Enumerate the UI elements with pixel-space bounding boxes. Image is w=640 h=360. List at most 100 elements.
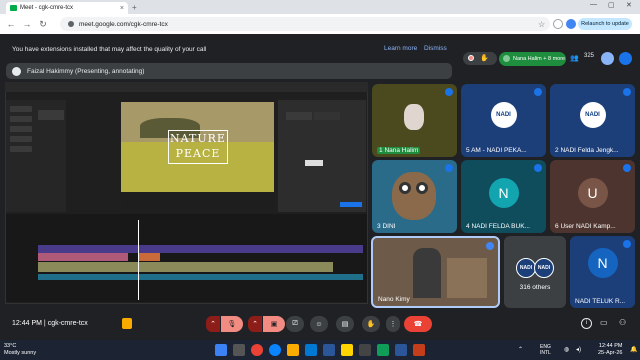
chat-icon[interactable]: ▭ — [600, 318, 611, 329]
tile-label: 4 NADI FELDA BUK... — [466, 223, 530, 230]
participants-chip[interactable]: Nana Halim + 8 more — [499, 52, 566, 66]
nadi-logo: NADI — [579, 101, 606, 128]
weather-widget[interactable]: 33°C Mostly sunny — [4, 343, 36, 357]
owl-eye — [416, 182, 428, 194]
captions-icon: ▤ — [341, 321, 349, 328]
overlay-line-1: NATURE — [170, 132, 226, 145]
tile-label: 6 User NADI Kamp... — [555, 223, 616, 230]
tile-others[interactable]: NADI NADI 316 others — [504, 236, 566, 308]
info-icon[interactable]: i — [581, 318, 592, 329]
forward-icon[interactable]: → — [22, 19, 32, 29]
tile-am-nadi-peka[interactable]: NADI 5 AM - NADI PEKA... — [461, 84, 546, 157]
mic-off-icon — [623, 88, 631, 96]
player-controls — [121, 193, 274, 209]
presenter-bar: Faizal Hakimmy (Presenting, annotating) — [6, 63, 452, 79]
timeline-audio — [38, 274, 363, 280]
tile-nadi-felda-jengk[interactable]: NADI 2 NADI Felda Jengk... — [550, 84, 635, 157]
search-icon[interactable] — [233, 344, 245, 356]
reload-icon[interactable]: ↻ — [38, 19, 48, 30]
address-bar[interactable]: meet.google.com/cgk-cmre-tcx — [60, 17, 550, 31]
tile-name: NADI Felda Jengk... — [560, 147, 619, 154]
presenter-avatar — [12, 66, 21, 76]
close-tab-icon[interactable]: × — [120, 5, 124, 12]
file-explorer-icon[interactable] — [287, 344, 299, 356]
learn-more-link[interactable]: Learn more — [384, 45, 417, 52]
browser-tab[interactable]: Meet - cgk-cmre-tcx × — [6, 2, 128, 14]
language-indicator[interactable]: ENG INTL — [540, 344, 551, 356]
tile-label: 2 NADI Felda Jengk... — [555, 147, 619, 154]
pen-annotate-icon[interactable] — [601, 52, 614, 65]
editor-side-item — [10, 116, 32, 122]
meeting-time: 12:44 PM — [12, 320, 42, 327]
chrome-icon[interactable] — [251, 344, 263, 356]
tile-dini[interactable]: 3 DINI — [372, 160, 457, 233]
others-count: 316 others — [519, 284, 551, 291]
overlay-line-2: PEACE — [175, 147, 221, 160]
tile-name: AM - NADI PEKA... — [471, 147, 527, 154]
edge-icon[interactable] — [269, 344, 281, 356]
lang-secondary: INTL — [540, 350, 551, 356]
present-button[interactable]: ⎚ — [286, 316, 304, 332]
extension-icon[interactable] — [566, 19, 576, 29]
camera-options-button[interactable]: ⌃ — [248, 316, 262, 332]
network-icon[interactable]: ◍ — [564, 346, 569, 353]
tile-nano-kimy[interactable]: Nano Kimy — [371, 236, 500, 308]
maximize-icon[interactable]: ▢ — [608, 1, 615, 9]
pin-number: 5 — [466, 147, 470, 154]
app-icon[interactable] — [359, 344, 371, 356]
activity-icon[interactable] — [122, 318, 132, 329]
pin-number: 4 — [466, 223, 470, 230]
tile-nadi-felda-buk[interactable]: N 4 NADI FELDA BUK... — [461, 160, 546, 233]
tray-chevron-icon[interactable]: ⌃ — [518, 346, 523, 353]
dismiss-button[interactable]: Dismiss — [424, 45, 447, 52]
tile-user-nadi-kamp[interactable]: U 6 User NADI Kamp... — [550, 160, 635, 233]
powerpoint-icon[interactable] — [413, 344, 425, 356]
word-icon[interactable] — [395, 344, 407, 356]
captions-button[interactable]: ▤ — [336, 316, 354, 332]
back-icon[interactable]: ← — [6, 19, 16, 29]
presenter-text: Faizal Hakimmy (Presenting, annotating) — [27, 67, 145, 75]
tile-nadi-teluk[interactable]: N NADI TELUK R... — [570, 236, 635, 308]
minimize-icon[interactable]: — — [590, 1, 597, 8]
mic-options-button[interactable]: ⌃ — [206, 316, 220, 332]
tile-nana-halim[interactable]: 1 Nana Halim — [372, 84, 457, 157]
close-window-icon[interactable]: ✕ — [626, 1, 632, 9]
start-icon[interactable] — [215, 344, 227, 356]
app-icon[interactable] — [377, 344, 389, 356]
sticky-notes-icon[interactable] — [341, 344, 353, 356]
timeline-track — [38, 245, 363, 253]
companion-icon[interactable] — [619, 52, 632, 65]
tile-name: NADI FELDA BUK... — [471, 223, 530, 230]
owl-eye — [399, 182, 411, 194]
panel-tab — [314, 112, 340, 120]
people-panel-icon[interactable]: ⚇ — [619, 318, 630, 329]
meeting-code: cgk-cmre-tcx — [47, 320, 88, 327]
site-info-icon[interactable] — [68, 21, 74, 27]
mic-off-icon — [623, 164, 631, 172]
present-screen-icon: ⎚ — [292, 320, 298, 327]
camera-toggle-button[interactable]: ▣ — [263, 316, 285, 332]
avatar-letter: N — [488, 177, 519, 208]
pin-number: 3 — [377, 223, 381, 230]
mic-toggle-button[interactable]: 🎙 — [221, 316, 243, 332]
timeline-track — [38, 253, 128, 261]
bookmark-star-icon[interactable]: ☆ — [538, 20, 548, 30]
store-icon[interactable] — [305, 344, 317, 356]
recording-indicator[interactable]: ✋ — [463, 52, 497, 65]
profile-icon[interactable] — [553, 19, 563, 29]
raise-hand-button[interactable]: ✋ — [362, 316, 380, 332]
reactions-button[interactable]: ☺ — [310, 316, 328, 332]
notification-icon[interactable]: 🔔 — [630, 346, 637, 353]
more-options-button[interactable]: ⋮ — [386, 316, 400, 332]
mic-off-icon — [445, 164, 453, 172]
volume-icon[interactable]: ◂) — [576, 346, 581, 353]
pin-number: 6 — [555, 223, 559, 230]
more-vert-icon: ⋮ — [389, 321, 397, 328]
app-icon[interactable] — [323, 344, 335, 356]
taskbar-clock[interactable]: 12:44 PM 25-Apr-26 — [598, 343, 622, 357]
leave-call-button[interactable]: ☎ — [404, 316, 432, 332]
new-tab-icon[interactable]: + — [132, 3, 137, 12]
nadi-logo: NADI — [490, 101, 517, 128]
relaunch-button[interactable]: Relaunch to update — [578, 18, 632, 30]
people-icon[interactable]: 👥 — [570, 54, 579, 63]
